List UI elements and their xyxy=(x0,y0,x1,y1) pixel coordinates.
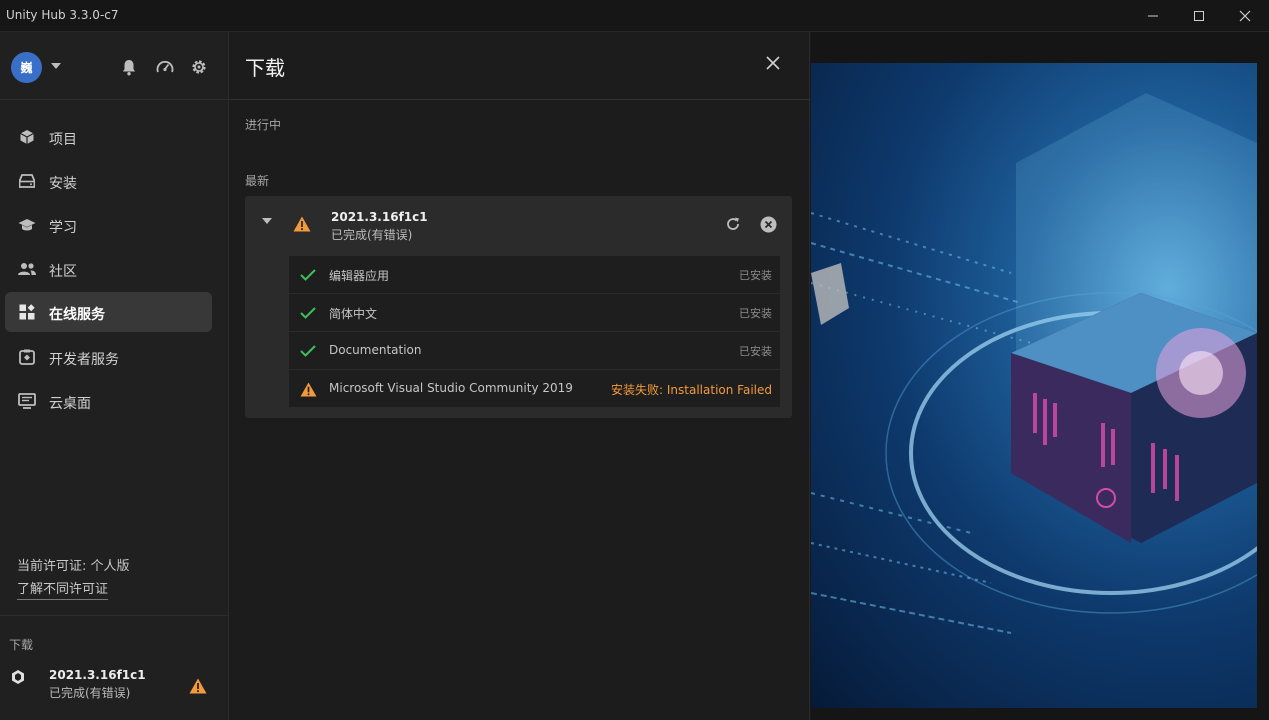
download-components: 编辑器应用 已安装 简体中文 已安装 Documentation 已安装 Mic… xyxy=(289,256,780,407)
sidebar-item-label: 开发者服务 xyxy=(49,352,119,368)
sidebar: 巍 项目 安装 学习 社区 在线服务 开发者服务 云桌面 当前许可证: 个人版 … xyxy=(0,32,229,720)
minimize-icon xyxy=(1148,15,1158,17)
sidebar-item-cloud-desktop[interactable]: 云桌面 xyxy=(5,381,212,421)
title-bar: Unity Hub 3.3.0-c7 xyxy=(0,0,1269,32)
warning-icon xyxy=(293,216,311,232)
download-version: 2021.3.16f1c1 xyxy=(331,210,428,224)
chevron-down-icon[interactable] xyxy=(51,63,61,69)
download-card: 2021.3.16f1c1 已完成(有错误) 编辑器应用 已安装 简体中文 已安… xyxy=(245,196,792,418)
sidebar-item-label: 在线服务 xyxy=(49,307,105,323)
minimize-button[interactable] xyxy=(1130,0,1176,32)
panel-header: 下载 xyxy=(229,32,810,100)
gear-icon[interactable] xyxy=(189,57,209,77)
component-row: 简体中文 已安装 xyxy=(289,294,780,331)
cancel-download-button[interactable] xyxy=(759,215,777,233)
sidebar-item-developer-services[interactable]: 开发者服务 xyxy=(5,337,212,377)
warning-icon xyxy=(189,678,207,694)
people-icon xyxy=(17,259,37,279)
sidebar-item-community[interactable]: 社区 xyxy=(5,249,212,289)
component-name: 简体中文 xyxy=(329,307,378,321)
component-name: 编辑器应用 xyxy=(329,269,390,283)
check-icon xyxy=(299,304,317,322)
close-panel-button[interactable] xyxy=(764,54,782,72)
close-circle-icon xyxy=(760,216,776,232)
cube-icon xyxy=(17,127,37,147)
chevron-down-icon[interactable] xyxy=(262,218,272,224)
monitor-icon xyxy=(17,391,37,411)
sidebar-item-installs[interactable]: 安装 xyxy=(5,161,212,201)
sidebar-item-projects[interactable]: 项目 xyxy=(5,117,212,157)
app-title: Unity Hub 3.3.0-c7 xyxy=(6,8,119,22)
maximize-icon xyxy=(1194,11,1204,21)
close-window-button[interactable] xyxy=(1222,0,1268,32)
panel-title: 下载 xyxy=(245,56,285,80)
bell-icon[interactable] xyxy=(119,57,139,77)
component-status: 已安装 xyxy=(739,307,772,320)
downloads-panel: 下载 进行中 最新 2021.3.16f1c1 已完成(有错误) 编辑器应用 已… xyxy=(229,32,810,720)
sidebar-item-label: 社区 xyxy=(49,264,77,280)
background-area xyxy=(811,32,1269,720)
maximize-button[interactable] xyxy=(1176,0,1222,32)
graduation-cap-icon xyxy=(17,215,37,235)
component-name: Documentation xyxy=(329,343,422,357)
refresh-icon xyxy=(727,217,739,230)
component-row: Documentation 已安装 xyxy=(289,332,780,369)
dev-services-icon xyxy=(17,347,37,367)
divider xyxy=(0,615,229,616)
sidebar-item-label: 学习 xyxy=(49,220,77,236)
download-item-status: 已完成(有错误) xyxy=(49,686,131,700)
check-icon xyxy=(299,342,317,360)
in-progress-label: 进行中 xyxy=(245,118,282,132)
sidebar-item-label: 安装 xyxy=(49,176,77,192)
license-status: 当前许可证: 个人版 xyxy=(17,559,130,574)
component-row: Microsoft Visual Studio Community 2019 安… xyxy=(289,370,780,407)
drive-icon xyxy=(17,171,37,191)
recent-label: 最新 xyxy=(245,174,270,188)
download-item-name[interactable]: 2021.3.16f1c1 xyxy=(49,668,146,682)
component-row: 编辑器应用 已安装 xyxy=(289,256,780,293)
divider xyxy=(0,99,229,100)
sidebar-item-label: 云桌面 xyxy=(49,396,91,412)
close-icon xyxy=(1239,10,1251,22)
dashboard-icon xyxy=(17,302,37,322)
unity-logo-icon xyxy=(12,670,24,684)
speedometer-icon[interactable] xyxy=(155,57,175,77)
avatar[interactable]: 巍 xyxy=(11,52,42,83)
sidebar-item-online-services[interactable]: 在线服务 xyxy=(5,292,212,332)
close-icon xyxy=(766,56,780,70)
component-status: 已安装 xyxy=(739,345,772,358)
license-info-link[interactable]: 了解不同许可证 xyxy=(17,578,109,600)
sidebar-item-label: 项目 xyxy=(49,132,77,148)
downloads-header: 下载 xyxy=(9,638,34,652)
sidebar-item-learn[interactable]: 学习 xyxy=(5,205,212,245)
component-status: 安装失败: Installation Failed xyxy=(611,383,772,397)
component-status: 已安装 xyxy=(739,269,772,282)
download-status: 已完成(有错误) xyxy=(331,228,413,242)
check-icon xyxy=(299,266,317,284)
component-name: Microsoft Visual Studio Community 2019 xyxy=(329,381,573,395)
retry-button[interactable] xyxy=(724,215,742,233)
warning-icon xyxy=(299,380,317,398)
hero-image xyxy=(811,63,1257,708)
